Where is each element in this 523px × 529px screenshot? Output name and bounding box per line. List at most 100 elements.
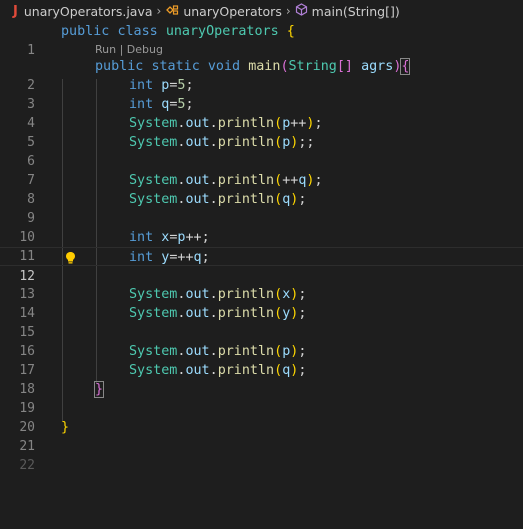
token-punctuation: ; [314,173,323,188]
java-file-icon: J [13,3,18,19]
breadcrumb-method[interactable]: main(String[]) [312,4,400,19]
token-punctuation: . [209,363,218,378]
token-type: System [129,135,178,150]
token-type: System [129,306,178,321]
token-bracket: ( [274,287,283,302]
token-variable: out [185,363,210,378]
code-line: 15 System.out.println(y); [0,304,523,340]
token-operator: ++ [282,173,299,188]
breadcrumb: J unaryOperators.java › unaryOperators ›… [0,0,523,22]
token-bracket: ( [274,173,283,188]
token-punctuation: ; [185,78,194,93]
token-operator: ++ [185,230,202,245]
token-bracket: ( [274,192,283,207]
token-bracket: ( [274,306,283,321]
run-codelens[interactable]: Run [95,43,116,56]
token-bracket: ( [274,116,283,131]
token-function: println [217,116,275,131]
token-type: System [129,173,178,188]
token-punctuation: . [209,135,218,150]
token-bracket-matched: { [400,58,411,75]
lightbulb-icon[interactable] [64,248,76,267]
code-line: 13 [0,266,523,302]
code-line: 4 int q=5; [0,95,523,131]
token-punctuation: ; [314,116,323,131]
token-type: System [129,192,178,207]
token-keyword: int [129,250,154,265]
token-function: println [217,173,275,188]
code-line: 9 System.out.println(q); [0,190,523,226]
token-punctuation: ; [298,306,307,321]
token-variable: out [185,192,210,207]
token-variable: out [185,173,210,188]
token-function: println [217,287,275,302]
token-punctuation: . [209,116,218,131]
code-line: 19 } [0,380,523,416]
code-line: 8 System.out.println(++q); [0,171,523,207]
token-operator: ++ [177,250,194,265]
code-line: 1 public class unaryOperators { [0,22,523,58]
code-line: 20 [0,399,523,435]
breadcrumb-class[interactable]: unaryOperators [183,4,282,19]
code-line: 5 System.out.println(p++); [0,114,523,150]
code-line: 17 System.out.println(p); [0,342,523,378]
debug-codelens[interactable]: Debug [127,43,163,56]
token-keyword: int [129,97,154,112]
code-line: 2 public static void main(String[] agrs)… [0,57,523,93]
token-bracket: ( [274,344,283,359]
breadcrumb-file[interactable]: unaryOperators.java [24,4,153,19]
class-symbol-icon [165,4,179,19]
code-line: 7 [0,152,523,188]
token-punctuation: ; [185,97,194,112]
token-type: System [129,363,178,378]
token-variable: q [193,250,202,265]
token-function: println [217,192,275,207]
token-bracket: } [61,420,70,435]
token-variable: out [185,306,210,321]
token-class-name: unaryOperators [165,24,279,39]
code-line: 16 [0,323,523,359]
chevron-right-icon: › [285,4,291,18]
token-keyword: class [117,24,158,39]
token-punctuation: ; [298,192,307,207]
token-bracket: { [286,24,295,39]
token-function: println [217,344,275,359]
token-punctuation: . [209,173,218,188]
token-type: System [129,116,178,131]
token-operator: ++ [290,116,307,131]
token-function: main [248,59,281,74]
token-punctuation: . [209,192,218,207]
code-line: 14 System.out.println(x); [0,285,523,321]
token-bracket-matched: } [93,381,105,398]
token-variable: out [185,116,210,131]
token-bracket: ( [280,59,289,74]
line-number: 22 [19,458,35,473]
token-keyword: public [61,24,110,39]
token-punctuation: ;; [298,135,315,150]
token-variable: agrs [361,59,394,74]
token-function: println [217,306,275,321]
token-keyword: public [95,59,144,74]
token-punctuation: ; [201,250,210,265]
method-symbol-icon [295,3,308,19]
token-keyword: int [129,230,154,245]
token-keyword: int [129,78,154,93]
token-punctuation: . [209,287,218,302]
token-type: System [129,344,178,359]
token-punctuation: . [209,344,218,359]
token-punctuation: ; [298,344,307,359]
token-variable: out [185,135,210,150]
token-type: String [288,59,337,74]
code-line: 11 int x=p++; [0,228,523,264]
token-function: println [217,135,275,150]
code-line: 22 [0,437,523,473]
token-bracket: ( [274,135,283,150]
token-bracket: ( [274,363,283,378]
token-bracket: [] [336,59,353,74]
code-editor[interactable]: 1 public class unaryOperators { Run | De… [0,22,523,529]
code-line: 21 } [0,418,523,454]
token-type: System [129,287,178,302]
token-punctuation: ; [201,230,210,245]
token-keyword: static [151,59,200,74]
token-punctuation: ; [298,363,307,378]
